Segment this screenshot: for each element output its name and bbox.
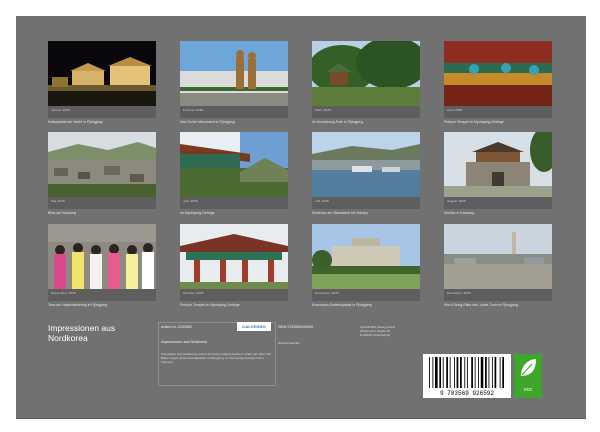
leaf-icon bbox=[521, 359, 536, 376]
barcode-bar bbox=[494, 357, 497, 388]
photo-april: April 2025 Pohyon-Tempel im Myohyang-Geb… bbox=[444, 41, 552, 124]
photo-october-caption: Pohyon-Tempel im Myohyang-Gebirge bbox=[180, 303, 240, 307]
calendar-title: Impressionen aus Nordkorea bbox=[48, 323, 115, 343]
photo-june-date-strip: Juni 2025 bbox=[180, 197, 288, 209]
photo-february: Februar 2025 Das Große Monument in Pjöng… bbox=[180, 41, 288, 124]
barcode-bar bbox=[488, 357, 490, 388]
photo-november-caption: Kumsusan-Gedenkpalast in Pjöngjang bbox=[312, 303, 372, 307]
photo-october-image bbox=[180, 224, 288, 289]
photo-march-image bbox=[312, 41, 420, 106]
barcode-bars: 9 783569 926592 bbox=[429, 357, 504, 397]
barcode-bar bbox=[460, 357, 462, 388]
isbn: ISBN 9783569926592 bbox=[278, 325, 314, 329]
barcode-bar bbox=[429, 357, 430, 388]
photo-july-image bbox=[312, 132, 420, 197]
barcode-bar bbox=[435, 357, 438, 388]
photo-december-caption: Kim-Il-Sung-Platz und Juche-Turm in Pjön… bbox=[444, 303, 518, 307]
photo-october: Oktober 2025 Pohyon-Tempel im Myohyang-G… bbox=[180, 224, 288, 307]
photo-march-date-strip: März 2025 bbox=[312, 106, 420, 118]
photo-june-image bbox=[180, 132, 288, 197]
barcode-bar bbox=[449, 357, 451, 388]
photo-november-image bbox=[312, 224, 420, 289]
photo-february-date-strip: Februar 2025 bbox=[180, 106, 288, 118]
photo-september-date-strip: September 2025 bbox=[48, 289, 156, 301]
photo-august: August 2025 Nordtor in Kaesong bbox=[444, 132, 552, 215]
photo-january-date-strip: Januar 2025 bbox=[48, 106, 156, 118]
barcode-bar bbox=[474, 357, 476, 388]
barcode-bar bbox=[454, 357, 455, 388]
photo-may-image bbox=[48, 132, 156, 197]
photo-may: Mai 2025 Blick auf Kaesong bbox=[48, 132, 156, 215]
barcode-bar bbox=[446, 357, 448, 388]
article-number: Artikel-Nr. 2430683 bbox=[161, 325, 192, 329]
photo-february-image bbox=[180, 41, 288, 106]
photo-september-caption: Tanz am Nationalfeiertag in Pjöngjang bbox=[48, 303, 107, 307]
barcode-bar bbox=[471, 357, 473, 388]
info-description: Fotografien aus Nordkorea, einem der let… bbox=[161, 352, 272, 364]
photo-august-caption: Nordtor in Kaesong bbox=[444, 211, 475, 215]
photo-july-caption: Schleuse am Staudamm bei Nampo bbox=[312, 211, 369, 215]
photo-october-date-strip: Oktober 2025 bbox=[180, 289, 288, 301]
photo-june: Juni 2025 Im Myohyang-Gebirge bbox=[180, 132, 288, 215]
barcode-bar bbox=[480, 357, 484, 388]
calendar-title-line2: Nordkorea bbox=[48, 333, 88, 343]
photo-december-image bbox=[444, 224, 552, 289]
photo-january: Januar 2025 Kulturpalast bei Nacht in Pj… bbox=[48, 41, 156, 124]
photo-march: März 2025 Im Moranbong-Park in Pjöngjang bbox=[312, 41, 420, 124]
photo-august-image bbox=[444, 132, 552, 197]
barcode-bar bbox=[439, 357, 442, 388]
photo-november: November 2025 Kumsusan-Gedenkpalast in P… bbox=[312, 224, 420, 307]
barcode-bar bbox=[456, 357, 459, 388]
eco-label: eco bbox=[523, 387, 533, 393]
photo-december-date-strip: Dezember 2025 bbox=[444, 289, 552, 301]
photo-august-date-strip: August 2025 bbox=[444, 197, 552, 209]
photo-may-date-strip: Mai 2025 bbox=[48, 197, 156, 209]
publisher-city: D-82008 Unterhaching bbox=[360, 333, 391, 337]
photo-september-image bbox=[48, 224, 156, 289]
photo-june-caption: Im Myohyang-Gebirge bbox=[180, 211, 215, 215]
photo-september: September 2025 Tanz am Nationalfeiertag … bbox=[48, 224, 156, 307]
photo-april-date-strip: April 2025 bbox=[444, 106, 552, 118]
photo-november-date-strip: November 2025 bbox=[312, 289, 420, 301]
barcode-bar bbox=[502, 357, 504, 388]
photo-july: Juli 2025 Schleuse am Staudamm bei Nampo bbox=[312, 132, 420, 215]
photo-january-caption: Kulturpalast bei Nacht in Pjöngjang bbox=[48, 120, 103, 124]
photo-april-image bbox=[444, 41, 552, 106]
calendar-title-line1: Impressionen aus bbox=[48, 323, 116, 333]
photo-january-image bbox=[48, 41, 156, 106]
barcode: 9 783569 926592 bbox=[423, 354, 511, 398]
photo-may-caption: Blick auf Kaesong bbox=[48, 211, 77, 215]
barcode-digits: 9 783569 926592 bbox=[440, 390, 494, 397]
photo-april-caption: Pohyon-Tempel im Myohyang-Gebirge bbox=[444, 120, 504, 124]
author: Gabriel Swenkis bbox=[278, 341, 300, 345]
photo-february-caption: Das Große Monument in Pjöngjang bbox=[180, 120, 235, 124]
barcode-bar bbox=[491, 357, 493, 388]
barcode-bar bbox=[485, 357, 487, 388]
photo-july-date-strip: Juli 2025 bbox=[312, 197, 420, 209]
photo-march-caption: Im Moranbong-Park in Pjöngjang bbox=[312, 120, 364, 124]
barcode-bar bbox=[499, 357, 501, 388]
barcode-bar bbox=[478, 357, 479, 388]
barcode-bar bbox=[466, 357, 468, 388]
calvendo-logo: CALVENDO bbox=[237, 322, 271, 331]
photo-december: Dezember 2025 Kim-Il-Sung-Platz und Juch… bbox=[444, 224, 552, 307]
barcode-bar bbox=[464, 357, 466, 388]
barcode-bar bbox=[432, 357, 434, 388]
info-calendar-name: Impressionen aus Nordkorea bbox=[161, 340, 208, 344]
barcode-bar bbox=[442, 357, 444, 388]
eco-badge: eco bbox=[514, 354, 542, 398]
